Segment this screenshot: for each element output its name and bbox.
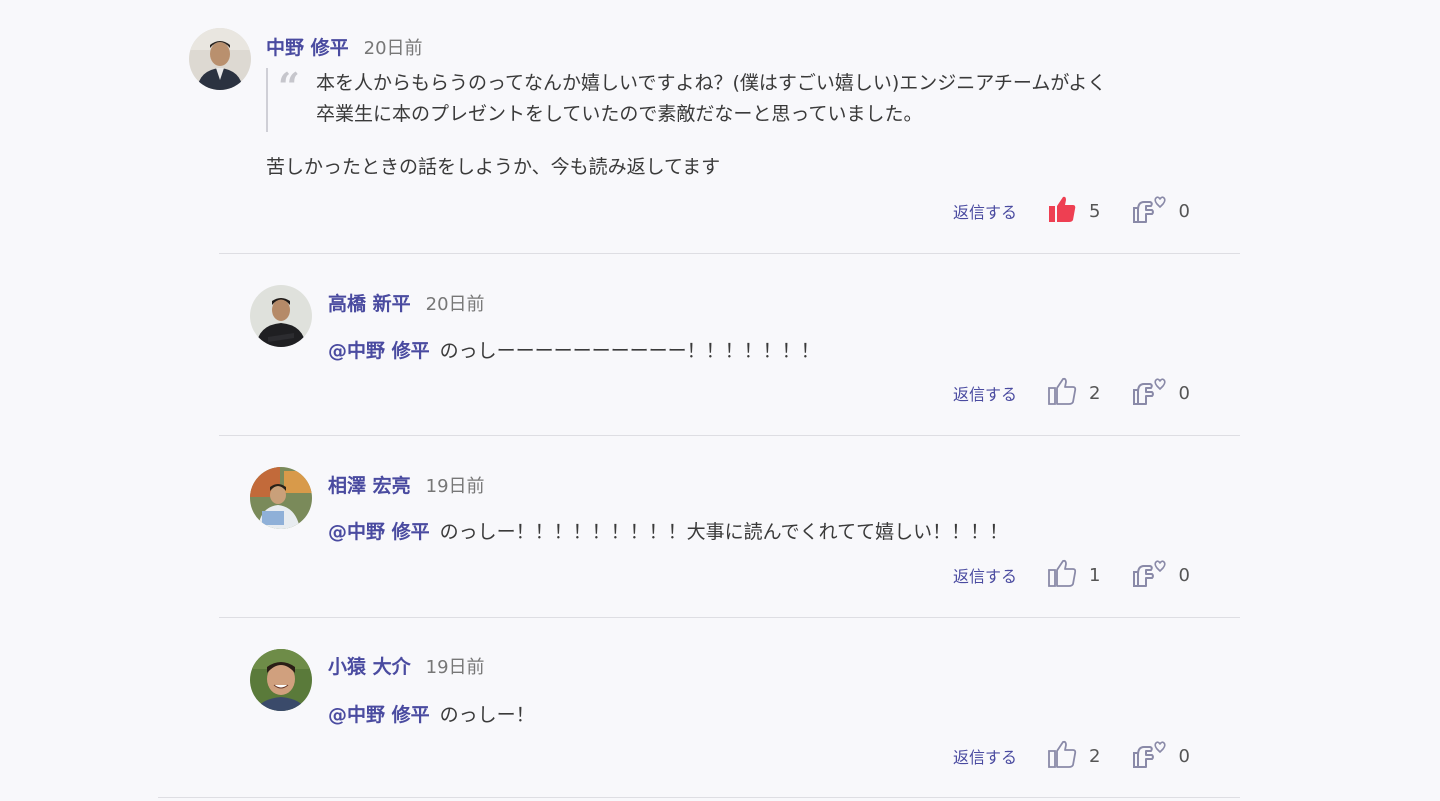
heart-count: 0	[1178, 200, 1190, 222]
comment-text: @中野 修平 のっしー！！！！！！！！！大事に読んでくれてて嬉しい！！！！	[328, 517, 1008, 544]
avatar[interactable]	[250, 285, 312, 347]
heart-button[interactable]: 0	[1130, 739, 1190, 773]
divider	[158, 797, 1240, 798]
thumbs-up-icon	[1047, 739, 1077, 773]
thumbs-up-icon	[1047, 558, 1077, 592]
mention-link[interactable]: @中野 修平	[328, 340, 430, 362]
timestamp: 19日前	[425, 476, 485, 497]
author-name[interactable]: 中野 修平	[266, 33, 349, 60]
avatar[interactable]	[189, 28, 251, 90]
like-count: 2	[1089, 745, 1101, 767]
heart-hands-icon	[1130, 376, 1167, 410]
avatar[interactable]	[250, 467, 312, 529]
reply-button[interactable]: 返信する	[953, 744, 1017, 768]
avatar[interactable]	[250, 649, 312, 711]
heart-button[interactable]: 0	[1130, 194, 1190, 228]
comment-message: のっしー！！！！！！！！！大事に読んでくれてて嬉しい！！！！	[439, 521, 1009, 543]
comment-actions: 返信する 2 0	[953, 376, 1190, 410]
timestamp: 20日前	[425, 294, 485, 315]
blockquote: “ 本を人からもらうのってなんか嬉しいですよね？(僕はすごい嬉しい)エンジニアチ…	[266, 68, 1246, 132]
like-button[interactable]: 5	[1047, 194, 1100, 228]
divider	[219, 617, 1240, 618]
divider	[219, 435, 1240, 436]
author-name[interactable]: 小猿 大介	[328, 652, 411, 679]
like-count: 5	[1089, 200, 1101, 222]
mention-link[interactable]: @中野 修平	[328, 521, 430, 543]
comment-actions: 返信する 5 0	[953, 194, 1190, 228]
like-button[interactable]: 2	[1047, 376, 1100, 410]
comment-text: @中野 修平 のっしー！	[328, 700, 535, 727]
comment-message: のっしー！	[439, 704, 535, 726]
like-button[interactable]: 2	[1047, 739, 1100, 773]
thumbs-up-icon	[1047, 194, 1077, 228]
reply-button[interactable]: 返信する	[953, 381, 1017, 405]
quote-icon: “	[278, 64, 300, 109]
like-count: 1	[1089, 564, 1101, 586]
heart-count: 0	[1178, 564, 1190, 586]
heart-button[interactable]: 0	[1130, 558, 1190, 592]
like-button[interactable]: 1	[1047, 558, 1100, 592]
like-count: 2	[1089, 382, 1101, 404]
heart-count: 0	[1178, 745, 1190, 767]
divider	[219, 253, 1240, 254]
timestamp: 20日前	[363, 38, 423, 59]
timestamp: 19日前	[425, 657, 485, 678]
comment-actions: 返信する 1 0	[953, 558, 1190, 592]
thumbs-up-icon	[1047, 376, 1077, 410]
comment-text: @中野 修平 のっしーーーーーーーーーー！！！！！！！	[328, 336, 820, 363]
comment-text: 苦しかったときの話をしようか、今も読み返してます	[266, 156, 721, 178]
comment-actions: 返信する 2 0	[953, 739, 1190, 773]
heart-hands-icon	[1130, 558, 1167, 592]
heart-button[interactable]: 0	[1130, 376, 1190, 410]
reply-button[interactable]: 返信する	[953, 199, 1017, 223]
author-name[interactable]: 相澤 宏亮	[328, 471, 411, 498]
reply-button[interactable]: 返信する	[953, 563, 1017, 587]
quote-line: 本を人からもらうのってなんか嬉しいですよね？(僕はすごい嬉しい)エンジニアチーム…	[316, 72, 1107, 94]
heart-hands-icon	[1130, 739, 1167, 773]
mention-link[interactable]: @中野 修平	[328, 704, 430, 726]
comment-thread: 中野 修平 20日前 “ 本を人からもらうのってなんか嬉しいですよね？(僕はすご…	[0, 0, 1440, 801]
author-name[interactable]: 高橋 新平	[328, 289, 411, 316]
comment-message: のっしーーーーーーーーーー！！！！！！！	[439, 340, 820, 362]
heart-hands-icon	[1130, 194, 1167, 228]
quote-line: 卒業生に本のプレゼントをしていたので素敵だなーと思っていました。	[316, 103, 923, 125]
heart-count: 0	[1178, 382, 1190, 404]
